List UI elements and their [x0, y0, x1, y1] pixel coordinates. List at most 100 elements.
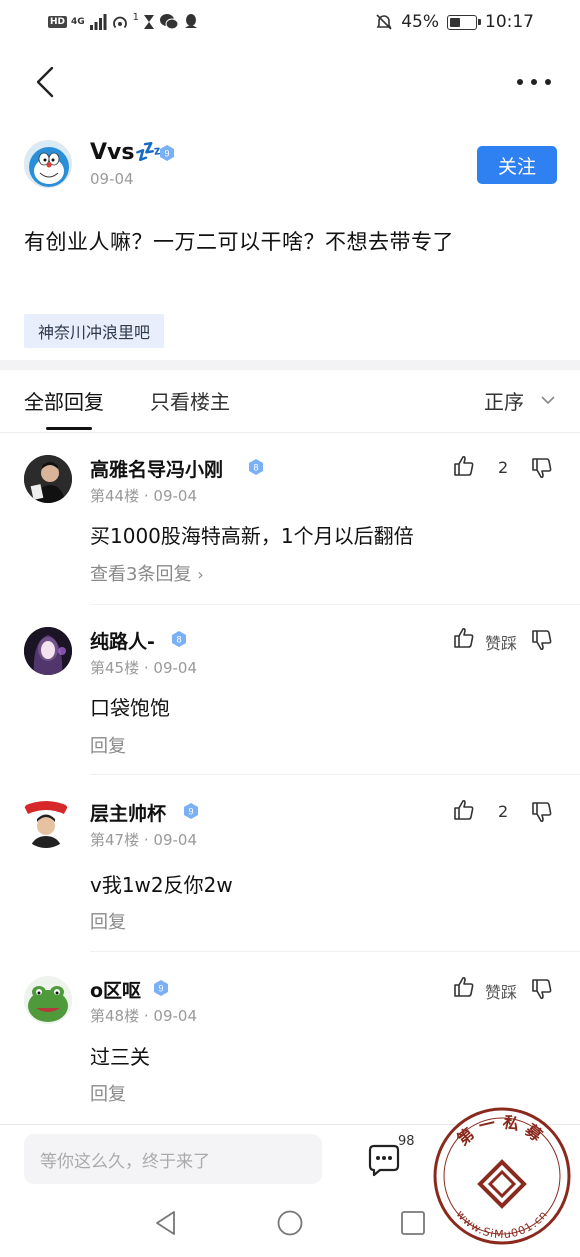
reply-content: 口袋饱饱: [90, 696, 170, 720]
reply-floor: 第47楼: [90, 831, 140, 849]
reply-button[interactable]: 回复: [90, 908, 126, 934]
reply-avatar[interactable]: [20, 796, 72, 848]
nav-back-icon[interactable]: [152, 1208, 182, 1238]
chevron-down-icon[interactable]: [540, 392, 556, 408]
reply-floor: 第44楼: [90, 487, 140, 505]
meta-dot: ·: [143, 1007, 154, 1025]
view-replies-link[interactable]: 查看3条回复 ›: [90, 560, 204, 586]
reply-floor: 第45楼: [90, 659, 140, 677]
comment-bubble-icon[interactable]: [366, 1142, 402, 1178]
status-bar: HD 4G 1 45% 10:17: [0, 0, 580, 46]
follow-button[interactable]: 关注: [477, 146, 557, 184]
reply-divider: [90, 951, 580, 952]
thumbs-up-icon[interactable]: [452, 626, 476, 650]
thumbs-up-icon[interactable]: [452, 798, 476, 822]
battery-fill: [450, 17, 461, 27]
comment-count: 98: [398, 1134, 415, 1149]
doraemon-avatar-icon: [29, 147, 69, 187]
hotspot-icon: [112, 16, 127, 29]
reply-level: 8: [253, 463, 258, 473]
level-badge-icon: 8: [249, 459, 263, 475]
reply-author[interactable]: 纯路人-: [90, 627, 155, 654]
wechat-icon: [160, 14, 179, 30]
thumbs-down-icon[interactable]: [530, 628, 554, 652]
tab-op-only[interactable]: 只看楼主: [150, 386, 230, 415]
reply-author[interactable]: 高雅名导冯小刚: [90, 455, 223, 482]
reply-date: 09-04: [153, 487, 198, 505]
level-badge-icon: 9: [154, 980, 168, 996]
reply-meta: 第48楼 · 09-04: [90, 1005, 197, 1026]
network-sub: 1: [132, 11, 140, 23]
level-badge-icon: 8: [172, 631, 186, 647]
reply-button[interactable]: 回复: [90, 1080, 126, 1106]
reply-divider: [90, 604, 580, 605]
meta-dot: ·: [143, 487, 154, 505]
post-content: 有创业人嘛？一万二可以干啥？不想去带专了: [24, 230, 454, 254]
reply-level: 8: [176, 635, 181, 645]
reply-content: v我1w2反你2w: [90, 873, 233, 897]
reply-avatar[interactable]: [24, 627, 72, 675]
thumbs-down-icon[interactable]: [530, 456, 554, 480]
like-dislike-label: 赞踩: [485, 634, 518, 653]
reply-content: 买1000股海特高新，1个月以后翻倍: [90, 524, 414, 548]
status-left: HD 4G 1: [48, 10, 199, 34]
thumbs-up-icon[interactable]: [452, 975, 476, 999]
chevron-right-icon: ›: [197, 565, 204, 584]
battery-percent: 45%: [401, 12, 439, 32]
thumbs-down-icon[interactable]: [530, 800, 554, 824]
hd-indicator: HD: [48, 16, 68, 28]
flag-avatar-icon: [24, 801, 68, 848]
level-badge-icon: 9: [160, 145, 174, 161]
reply-floor: 第48楼: [90, 1007, 140, 1025]
thumbs-up-icon[interactable]: [452, 454, 476, 478]
hourglass-icon: [144, 15, 155, 29]
reply-author[interactable]: o区呕: [90, 976, 141, 1003]
reply-button[interactable]: 回复: [90, 732, 126, 758]
nav-home-icon[interactable]: [275, 1208, 305, 1238]
watermark-seal: 第一私募 www.SiMu001.cn: [433, 1107, 571, 1245]
network-type: 4G: [71, 17, 85, 27]
author-avatar[interactable]: [24, 140, 72, 188]
nav-recents-icon[interactable]: [398, 1208, 428, 1238]
frog-avatar-icon: [24, 976, 72, 1024]
qq-icon: [185, 14, 198, 28]
like-count: 2: [498, 458, 509, 477]
man-avatar-icon: [24, 455, 72, 503]
comment-placeholder: 等你这么久，终于来了: [40, 1151, 210, 1172]
forum-tag[interactable]: 神奈川冲浪里吧: [24, 314, 165, 348]
tab-divider: [0, 432, 580, 433]
section-separator: [0, 360, 580, 370]
reply-date: 09-04: [153, 831, 198, 849]
post-date: 09-04: [90, 170, 134, 188]
tab-all-replies[interactable]: 全部回复: [24, 386, 104, 415]
meta-dot: ·: [143, 659, 154, 677]
reply-meta: 第45楼 · 09-04: [90, 657, 197, 678]
sort-order[interactable]: 正序: [484, 386, 524, 415]
reply-author[interactable]: 层主帅杯: [90, 799, 166, 826]
battery-icon: [447, 14, 481, 30]
like-count: 2: [498, 802, 509, 821]
clock: 10:17: [485, 12, 534, 32]
author-name[interactable]: Vvs💤: [90, 140, 162, 165]
thumbs-down-icon[interactable]: [530, 977, 554, 1001]
reply-avatar[interactable]: [24, 976, 72, 1024]
view-replies-label: 查看3条回复: [90, 564, 192, 585]
like-dislike-label: 赞踩: [485, 983, 518, 1002]
reply-content: 过三关: [90, 1045, 150, 1069]
reply-date: 09-04: [153, 1007, 198, 1025]
reply-date: 09-04: [153, 659, 198, 677]
reply-meta: 第44楼 · 09-04: [90, 485, 197, 506]
reply-avatar[interactable]: [24, 455, 72, 503]
tab-active-indicator: [46, 427, 92, 430]
meta-dot: ·: [143, 831, 154, 849]
back-arrow-icon[interactable]: [24, 60, 68, 104]
reply-level: 9: [188, 807, 193, 817]
girl-avatar-icon: [24, 627, 72, 675]
author-level: 9: [164, 149, 169, 159]
more-icon[interactable]: [514, 70, 554, 94]
status-right: 45% 10:17: [375, 10, 534, 34]
reply-level: 9: [158, 984, 163, 994]
signal-icon: [89, 14, 107, 30]
comment-input[interactable]: 等你这么久，终于来了: [24, 1134, 322, 1184]
level-badge-icon: 9: [184, 803, 198, 819]
